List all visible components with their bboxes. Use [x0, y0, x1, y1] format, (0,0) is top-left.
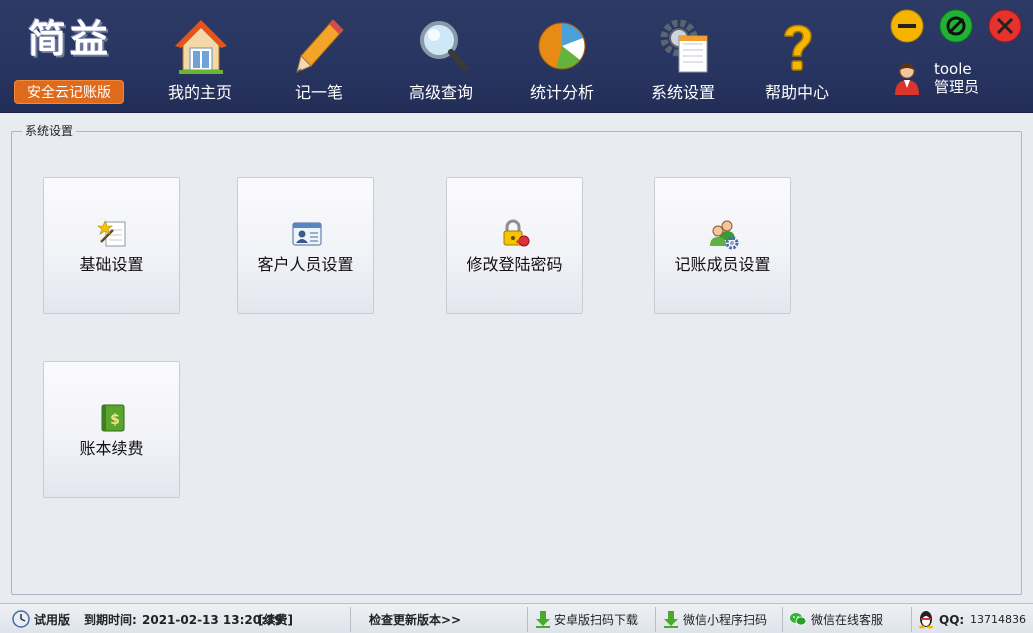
qq-number: 13714836: [970, 613, 1026, 626]
qq-label: QQ:: [939, 613, 965, 627]
status-divider: [350, 607, 351, 632]
expire-label: 到期时间:: [84, 613, 137, 627]
status-divider: [911, 607, 912, 632]
logo-title: 简益: [27, 16, 112, 61]
gear-document-icon: [660, 19, 708, 73]
android-download-link[interactable]: 安卓版扫码下载: [554, 611, 638, 629]
maximize-icon: [939, 9, 973, 43]
clock-icon: [12, 610, 30, 628]
status-divider: [655, 607, 656, 632]
nav-label: 帮助中心: [764, 83, 829, 102]
tile-account-renewal[interactable]: $ 账本续费: [43, 361, 180, 498]
home-icon: [175, 20, 227, 74]
app-logo: 简益 安全云记账版: [14, 12, 124, 104]
nav-label: 系统设置: [650, 83, 715, 102]
nav-system-settings[interactable]: 系统设置: [628, 14, 738, 108]
pie-chart-icon: [538, 22, 586, 70]
pencil-icon: [296, 19, 344, 73]
status-bar: 试用版 到期时间: 2021-02-13 13:20:39 [续费] 检查更新版…: [0, 603, 1033, 633]
nav-label: 高级查询: [408, 83, 473, 102]
lock-key-icon: [503, 219, 530, 247]
wechat-service-link[interactable]: 微信在线客服: [811, 611, 883, 629]
tile-label: 记账成员设置: [674, 255, 771, 274]
nav-statistics[interactable]: 统计分析: [507, 14, 617, 108]
settings-wand-icon: [97, 220, 126, 247]
contact-card-icon: [292, 222, 322, 246]
renew-link[interactable]: [续费]: [258, 611, 293, 629]
tile-label: 修改登陆密码: [466, 255, 563, 274]
user-role: 管理员: [934, 78, 980, 96]
tile-label: 基础设置: [79, 255, 144, 274]
status-divider: [527, 607, 528, 632]
tile-member-settings[interactable]: 记账成员设置: [654, 177, 791, 314]
close-button[interactable]: [988, 9, 1022, 43]
nav-advanced-search[interactable]: 高级查询: [386, 14, 496, 108]
wechat-icon: [790, 613, 807, 626]
top-toolbar: 简益 安全云记账版 我的主页 记一笔 高级查询 统计分析 系统设置 帮助中心 t…: [0, 0, 1033, 113]
svg-text:$: $: [110, 412, 120, 428]
user-name: toole: [934, 60, 972, 78]
user-avatar-icon: [895, 63, 919, 95]
tile-customer-staff-settings[interactable]: 客户人员设置: [237, 177, 374, 314]
current-user[interactable]: toole 管理员: [890, 56, 1010, 102]
question-icon: [784, 24, 812, 71]
download-icon: [664, 611, 678, 628]
wechat-mini-link[interactable]: 微信小程序扫码: [683, 611, 767, 629]
tile-label: 客户人员设置: [257, 255, 354, 274]
close-icon: [988, 9, 1022, 43]
users-gear-icon: [710, 220, 739, 250]
qq-penguin-icon: [919, 611, 933, 629]
status-divider: [782, 607, 783, 632]
logo-subtitle: 安全云记账版: [14, 80, 124, 104]
nav-label: 记一笔: [294, 83, 343, 102]
tile-basic-settings[interactable]: 基础设置: [43, 177, 180, 314]
maximize-button[interactable]: [939, 9, 973, 43]
nav-home[interactable]: 我的主页: [145, 14, 255, 108]
money-book-icon: $: [101, 404, 125, 432]
nav-help-center[interactable]: 帮助中心: [742, 14, 852, 108]
nav-label: 统计分析: [529, 83, 594, 102]
group-title: 系统设置: [22, 123, 77, 139]
minimize-button[interactable]: [890, 9, 924, 43]
tile-change-password[interactable]: 修改登陆密码: [446, 177, 583, 314]
trial-label: 试用版: [34, 613, 71, 627]
tile-label: 账本续费: [79, 439, 144, 458]
check-update-link[interactable]: 检查更新版本>>: [369, 611, 461, 629]
nav-label: 我的主页: [167, 83, 232, 102]
minimize-icon: [890, 9, 924, 43]
download-icon: [536, 611, 550, 628]
nav-add-record[interactable]: 记一笔: [264, 14, 374, 108]
magnifier-icon: [420, 21, 468, 71]
